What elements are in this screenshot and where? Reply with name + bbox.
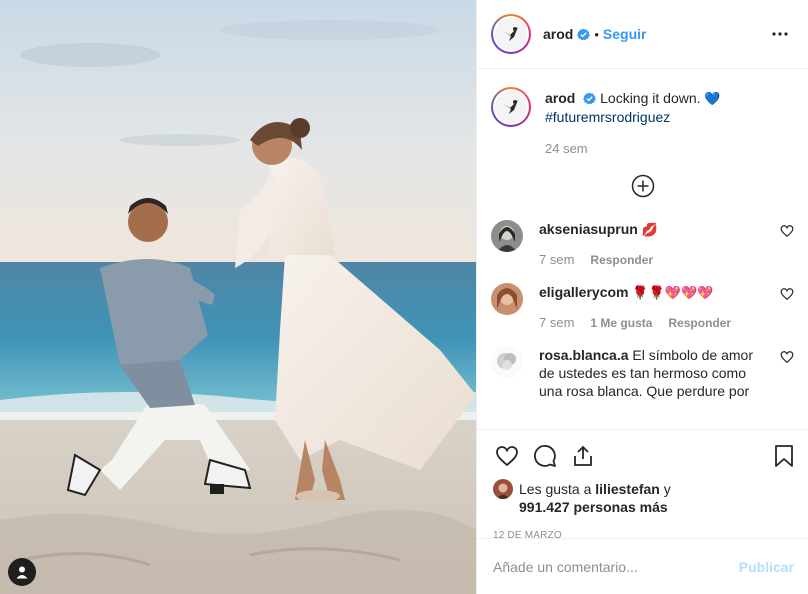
likes-prefix: Les gusta a — [519, 481, 592, 497]
comment-item: rosa.blanca.a El símbolo de amor de uste… — [491, 346, 794, 400]
author-avatar[interactable] — [491, 14, 531, 54]
caption-author-avatar[interactable] — [491, 87, 531, 127]
commenter-photo — [491, 283, 523, 315]
comment-bubble-icon — [534, 445, 556, 467]
heart-icon[interactable] — [780, 350, 794, 364]
bookmark-icon — [775, 445, 793, 467]
verified-badge-icon — [577, 27, 591, 40]
comment-likes-count[interactable]: 1 Me gusta — [590, 314, 652, 332]
post-actions: Les gusta a liliestefan y 991.427 person… — [477, 429, 808, 594]
liker-avatar[interactable] — [493, 479, 513, 499]
caption-hashtag[interactable]: #futuremrsrodriguez — [545, 109, 670, 125]
comment-time[interactable]: 7 sem — [539, 251, 574, 269]
publish-button[interactable]: Publicar — [739, 559, 794, 575]
more-options-icon — [772, 32, 788, 36]
arod-logo-icon — [503, 100, 518, 114]
more-options-button[interactable] — [768, 22, 792, 46]
commenter-photo — [491, 346, 523, 378]
reply-button[interactable]: Responder — [590, 251, 653, 269]
comment-text: 🌹🌹💖💖💖 — [632, 285, 714, 300]
comment-input[interactable] — [493, 558, 739, 575]
comment-time[interactable]: 7 sem — [539, 314, 574, 332]
likes-suffix[interactable]: personas más — [574, 499, 668, 515]
caption-time[interactable]: 24 sem — [545, 140, 721, 158]
caption: arod Locking it down. 💙 #futuremrsrodrig… — [491, 87, 794, 158]
commenter-username[interactable]: akseniasuprun — [539, 221, 638, 237]
like-button[interactable] — [489, 438, 525, 474]
comment-button[interactable] — [527, 438, 563, 474]
comments-list[interactable]: arod Locking it down. 💙 #futuremrsrodrig… — [477, 69, 808, 429]
load-more-comments-button[interactable] — [491, 174, 794, 198]
post-photo[interactable] — [0, 0, 476, 594]
post-side-panel: arod • Seguir arod Locking it down. 💙 #f… — [476, 0, 808, 594]
share-icon — [574, 445, 592, 466]
save-button[interactable] — [766, 438, 802, 474]
post-header: arod • Seguir — [477, 0, 808, 69]
commenter-avatar[interactable] — [491, 346, 523, 378]
liker-photo — [493, 479, 513, 499]
user-icon — [16, 566, 28, 579]
likes-connector: y — [663, 481, 671, 497]
separator-dot: • — [594, 26, 599, 42]
caption-text: Locking it down. — [600, 90, 701, 106]
heart-icon[interactable] — [780, 224, 794, 238]
reply-button[interactable]: Responder — [668, 314, 731, 332]
comment-item: akseniasuprun 💋 7 sem Responder — [491, 220, 794, 269]
commenter-username[interactable]: rosa.blanca.a — [539, 347, 629, 363]
follow-button[interactable]: Seguir — [603, 26, 647, 42]
user-tags-button[interactable] — [8, 558, 36, 586]
commenter-photo — [491, 220, 523, 252]
liker-username[interactable]: liliestefan — [595, 481, 660, 497]
caption-username[interactable]: arod — [545, 90, 575, 106]
post-dialog: arod • Seguir arod Locking it down. 💙 #f… — [0, 0, 808, 594]
likes-count[interactable]: 991.427 — [519, 499, 570, 515]
add-comment-bar: Publicar — [477, 538, 808, 594]
arod-logo-icon — [503, 27, 518, 41]
commenter-avatar[interactable] — [491, 283, 523, 315]
comment-item: eligallerycom 🌹🌹💖💖💖 7 sem 1 Me gusta Res… — [491, 283, 794, 332]
likes-summary: Les gusta a liliestefan y 991.427 person… — [489, 479, 796, 516]
comment-text: 💋 — [641, 222, 658, 237]
author-username[interactable]: arod — [543, 26, 573, 42]
beach-proposal-photo — [0, 0, 476, 594]
verified-badge-icon — [583, 92, 597, 105]
plus-circle-icon — [631, 174, 654, 198]
commenter-username[interactable]: eligallerycom — [539, 284, 629, 300]
commenter-avatar[interactable] — [491, 220, 523, 252]
share-button[interactable] — [565, 438, 601, 474]
caption-emoji: 💙 — [704, 91, 721, 106]
heart-icon[interactable] — [780, 287, 794, 301]
heart-icon — [496, 446, 518, 467]
